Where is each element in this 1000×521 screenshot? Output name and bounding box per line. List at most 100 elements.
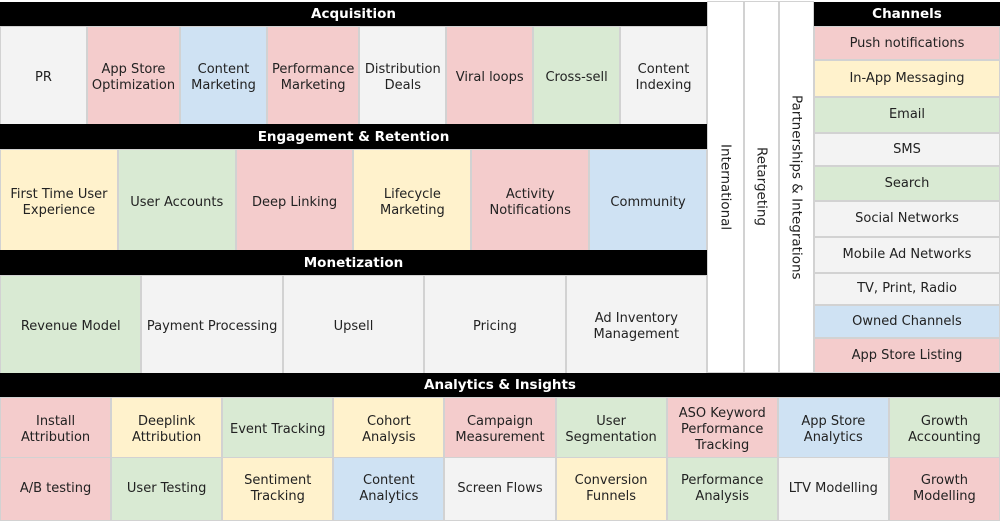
tile-app-store-optimization: App Store Optimization bbox=[86, 26, 181, 130]
tile-label: A/B testing bbox=[19, 481, 92, 496]
tile-event-tracking: Event Tracking bbox=[222, 397, 334, 463]
tile-performance-marketing: Performance Marketing bbox=[266, 26, 360, 130]
tile-label: ASO Keyword Performance Tracking bbox=[678, 406, 766, 453]
channel-sms: SMS bbox=[814, 132, 1000, 166]
tile-content-marketing: Content Marketing bbox=[180, 26, 267, 130]
vertical-label: Retargeting bbox=[753, 147, 770, 227]
tile-community: Community bbox=[589, 149, 707, 256]
vertical-retargeting: Retargeting bbox=[744, 1, 779, 373]
tile-label: Content Marketing bbox=[191, 62, 256, 93]
tile-label: Activity Notifications bbox=[489, 186, 571, 218]
tile-growth-modelling: Growth Modelling bbox=[888, 457, 1000, 521]
tile-user-segmentation: User Segmentation bbox=[555, 397, 667, 463]
tile-label: Viral loops bbox=[455, 70, 524, 85]
monetization-header: Monetization bbox=[0, 250, 707, 275]
tile-growth-accounting: Growth Accounting bbox=[888, 397, 1000, 463]
acquisition-header: Acquisition bbox=[0, 2, 707, 26]
tile-pr: PR bbox=[0, 26, 87, 130]
channel-label: SMS bbox=[893, 141, 921, 157]
channels-header: Channels bbox=[814, 2, 1000, 26]
channel-label: Search bbox=[884, 175, 930, 191]
tile-cross-sell: Cross-sell bbox=[533, 26, 621, 130]
channel-label: In-App Messaging bbox=[849, 70, 965, 86]
channel-owned-channels: Owned Channels bbox=[814, 304, 1000, 339]
tile-label: First Time User Experience bbox=[10, 186, 108, 218]
channel-email: Email bbox=[814, 96, 1000, 133]
tile-campaign-measurement: Campaign Measurement bbox=[444, 397, 556, 463]
tile-deeplink-attribution: Deeplink Attribution bbox=[111, 397, 223, 463]
tile-label: User Testing bbox=[126, 481, 207, 496]
engagement-title: Engagement & Retention bbox=[257, 128, 450, 145]
tile-aso-keyword-performance-tracking: ASO Keyword Performance Tracking bbox=[666, 397, 778, 463]
tile-upsell: Upsell bbox=[282, 275, 425, 379]
tile-label: User Segmentation bbox=[565, 414, 657, 445]
tile-viral-loops: Viral loops bbox=[446, 26, 534, 130]
monetization-row: Revenue Model Payment Processing Upsell Pri… bbox=[0, 275, 708, 379]
channel-label: TV, Print, Radio bbox=[857, 281, 957, 297]
channel-app-store-listing: App Store Listing bbox=[814, 338, 1000, 373]
analytics-row-2: A/B testing User Testing Sentiment Trackin… bbox=[0, 457, 1000, 521]
channel-search: Search bbox=[814, 165, 1000, 201]
tile-label: Campaign Measurement bbox=[455, 414, 545, 445]
tile-label: App Store Analytics bbox=[801, 414, 866, 445]
channel-label: Mobile Ad Networks bbox=[842, 247, 972, 263]
tile-conversion-funnels: Conversion Funnels bbox=[555, 457, 667, 521]
tile-sentiment-tracking: Sentiment Tracking bbox=[222, 457, 334, 521]
tile-content-analytics: Content Analytics bbox=[333, 457, 445, 521]
tile-label: Upsell bbox=[333, 319, 374, 334]
tile-label: Deep Linking bbox=[252, 194, 338, 210]
channel-tv-print-radio: TV, Print, Radio bbox=[814, 272, 1000, 305]
tile-label: User Accounts bbox=[130, 194, 224, 210]
tile-label: Cross-sell bbox=[545, 70, 608, 85]
engagement-header: Engagement & Retention bbox=[0, 124, 707, 149]
tile-activity-notifications: Activity Notifications bbox=[471, 149, 590, 256]
tile-label: Payment Processing bbox=[146, 319, 278, 334]
tile-a-b-testing: A/B testing bbox=[0, 457, 112, 521]
tile-deep-linking: Deep Linking bbox=[235, 149, 354, 256]
tile-label: App Store Optimization bbox=[91, 62, 176, 93]
tile-payment-processing: Payment Processing bbox=[141, 275, 283, 379]
monetization-title: Monetization bbox=[303, 254, 404, 271]
analytics-title: Analytics & Insights bbox=[424, 377, 576, 393]
channel-social-networks: Social Networks bbox=[814, 200, 1000, 237]
tile-lifecycle-marketing: Lifecycle Marketing bbox=[353, 149, 472, 256]
channel-label: Email bbox=[888, 107, 926, 123]
tile-install-attribution: Install Attribution bbox=[0, 397, 112, 463]
tile-screen-flows: Screen Flows bbox=[444, 457, 556, 521]
tile-app-store-analytics: App Store Analytics bbox=[777, 397, 889, 463]
tile-label: Performance Analysis bbox=[681, 473, 764, 504]
tile-label: Growth Modelling bbox=[913, 473, 976, 504]
channel-in-app-messaging: In-App Messaging bbox=[814, 60, 1000, 97]
channel-mobile-ad-networks: Mobile Ad Networks bbox=[814, 236, 1000, 273]
acquisition-row: PR App Store Optimization Content Marketin… bbox=[0, 26, 707, 130]
tile-label: Lifecycle Marketing bbox=[380, 186, 445, 218]
tile-user-testing: User Testing bbox=[111, 457, 223, 521]
tile-label: Content Indexing bbox=[635, 62, 692, 93]
tile-performance-analysis: Performance Analysis bbox=[666, 457, 778, 521]
tile-label: Community bbox=[610, 194, 686, 210]
tile-label: Growth Accounting bbox=[908, 414, 981, 445]
acquisition-title: Acquisition bbox=[311, 6, 396, 22]
engagement-row: First Time User Experience User Accounts D… bbox=[0, 149, 707, 256]
tile-user-accounts: User Accounts bbox=[117, 149, 236, 256]
tile-pricing: Pricing bbox=[424, 275, 566, 379]
tile-revenue-model: Revenue Model bbox=[0, 275, 142, 379]
tile-label: Deeplink Attribution bbox=[132, 414, 202, 445]
tile-content-indexing: Content Indexing bbox=[620, 26, 707, 130]
channels-list: Push notifications In-App Messaging Email S… bbox=[814, 26, 1000, 373]
analytics-header: Analytics & Insights bbox=[0, 373, 1000, 397]
vertical-international: International bbox=[707, 1, 744, 373]
channel-label: Social Networks bbox=[855, 211, 959, 227]
channels-title: Channels bbox=[872, 6, 942, 22]
channel-label: Push notifications bbox=[849, 35, 965, 51]
analytics-row-1: Install Attribution Deeplink Attribution E… bbox=[0, 397, 1000, 463]
tile-ad-inventory-management: Ad Inventory Management bbox=[565, 275, 708, 379]
tile-first-time-user-experience: First Time User Experience bbox=[0, 149, 118, 256]
tile-label: Content Analytics bbox=[359, 473, 419, 504]
tile-distribution-deals: Distribution Deals bbox=[359, 26, 447, 130]
tile-label: Pricing bbox=[473, 319, 517, 334]
tile-label: Cohort Analysis bbox=[362, 414, 416, 445]
tile-label: Ad Inventory Management bbox=[593, 311, 680, 342]
tile-label: Screen Flows bbox=[457, 481, 543, 496]
vertical-label: International bbox=[717, 143, 734, 231]
